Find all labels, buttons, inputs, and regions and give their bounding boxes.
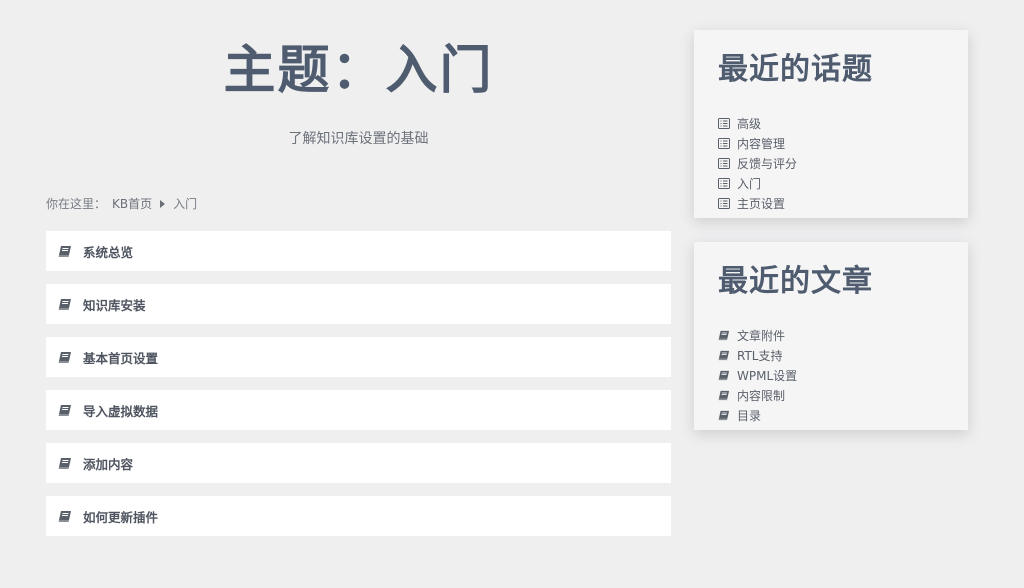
article-title: 如何更新插件 [83, 509, 159, 525]
topic-link[interactable]: 主页设置 [718, 193, 944, 213]
book-icon [58, 457, 71, 469]
recent-article-label: 目录 [737, 408, 762, 423]
breadcrumb-home-link[interactable]: KB首页 [112, 195, 152, 212]
topic-label: 入门 [737, 176, 762, 191]
recent-articles-list: 文章附件 RTL支持 WPML设置 内容限制 目录 [718, 326, 944, 425]
article-item[interactable]: 知识库安装 [46, 284, 671, 324]
recent-article-link[interactable]: WPML设置 [718, 366, 944, 386]
recent-article-label: RTL支持 [737, 349, 783, 364]
article-item[interactable]: 系统总览 [46, 231, 671, 271]
recent-article-link[interactable]: 文章附件 [718, 326, 944, 346]
book-icon [718, 410, 730, 420]
breadcrumb-prefix: 你在这里： [46, 197, 107, 211]
article-title: 导入虚拟数据 [83, 403, 159, 419]
article-item[interactable]: 添加内容 [46, 443, 671, 483]
book-icon [58, 351, 71, 363]
article-title: 知识库安装 [83, 297, 146, 313]
book-icon [58, 510, 71, 522]
recent-article-link[interactable]: 内容限制 [718, 385, 944, 405]
list-icon [718, 157, 730, 169]
list-icon [718, 177, 730, 189]
book-icon [718, 370, 730, 381]
book-icon [718, 331, 730, 341]
recent-topics-widget: 最近的话题 高级 内容管理 反馈与评分 入门 主页设置 [694, 30, 968, 218]
list-icon [718, 138, 730, 150]
topic-label: 高级 [737, 117, 762, 132]
caret-right-icon [160, 199, 166, 208]
topic-link[interactable]: 反馈与评分 [718, 154, 944, 174]
article-item[interactable]: 基本首页设置 [46, 337, 671, 377]
recent-articles-widget: 最近的文章 文章附件 RTL支持 WPML设置 内容限制 目录 [694, 242, 968, 430]
page-subtitle: 了解知识库设置的基础 [288, 131, 429, 147]
topic-label: 主页设置 [737, 196, 786, 211]
topic-link[interactable]: 入门 [718, 173, 944, 193]
topic-label: 反馈与评分 [737, 156, 798, 171]
article-item[interactable]: 导入虚拟数据 [46, 390, 671, 430]
recent-topics-list: 高级 内容管理 反馈与评分 入门 主页设置 [718, 114, 944, 213]
article-list: 系统总览 知识库安装 基本首页设置 导入虚拟数据 添加内容 如何更新插件 [46, 231, 671, 549]
book-icon [58, 404, 71, 416]
breadcrumb-current: 入门 [173, 197, 198, 211]
list-icon [718, 118, 730, 130]
article-title: 添加内容 [83, 456, 134, 472]
topic-link[interactable]: 高级 [718, 114, 944, 134]
topic-label: 内容管理 [737, 137, 786, 152]
article-item[interactable]: 如何更新插件 [46, 496, 671, 536]
page-title: 主题：入门 [223, 41, 494, 101]
recent-topics-title: 最近的话题 [718, 52, 873, 87]
article-title: 系统总览 [83, 244, 134, 260]
recent-article-link[interactable]: RTL支持 [718, 346, 944, 366]
breadcrumb: 你在这里： KB首页 入门 [46, 195, 197, 212]
book-icon [58, 245, 71, 257]
book-icon [58, 298, 71, 310]
article-title: 基本首页设置 [83, 350, 159, 366]
book-icon [718, 351, 730, 361]
list-icon [718, 197, 730, 209]
recent-articles-title: 最近的文章 [718, 264, 873, 299]
recent-article-label: 内容限制 [737, 388, 786, 403]
recent-article-label: WPML设置 [737, 368, 798, 383]
topic-link[interactable]: 内容管理 [718, 134, 944, 154]
recent-article-link[interactable]: 目录 [718, 405, 944, 425]
recent-article-label: 文章附件 [737, 329, 786, 344]
book-icon [718, 390, 730, 400]
